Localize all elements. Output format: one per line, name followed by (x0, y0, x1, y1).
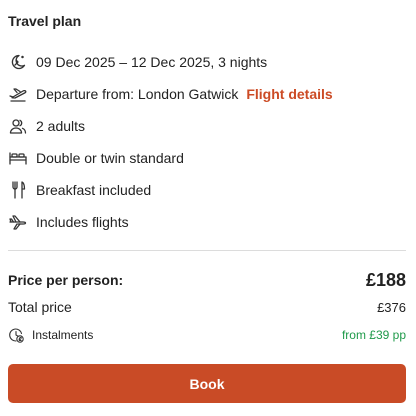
plane-icon (8, 212, 28, 232)
travel-plan-card: Travel plan 09 Dec 2025 – 12 Dec 2025, 3… (0, 0, 416, 416)
room-text: Double or twin standard (36, 150, 184, 166)
total-price-label: Total price (8, 299, 72, 315)
fork-knife-icon (8, 180, 28, 200)
price-per-person-label: Price per person: (8, 272, 124, 288)
instalments-row[interactable]: Instalments from £39 pp (8, 326, 406, 344)
instalments-label: Instalments (32, 328, 94, 342)
travel-plan-title: Travel plan (8, 13, 82, 29)
flights-text: Includes flights (36, 214, 129, 230)
board-row: Breakfast included (8, 180, 151, 200)
flights-row: Includes flights (8, 212, 129, 232)
divider (8, 250, 406, 251)
price-per-person-row: Price per person: £188 (8, 268, 406, 292)
dates-row: 09 Dec 2025 – 12 Dec 2025, 3 nights (8, 52, 267, 72)
plane-departure-icon (8, 84, 28, 104)
total-price-value: £376 (377, 299, 406, 315)
price-per-person-value: £188 (365, 269, 406, 290)
travellers-row: 2 adults (8, 116, 85, 136)
calendar-moon-icon (8, 52, 28, 72)
departure-row: Departure from: London Gatwick Flight de… (8, 84, 333, 104)
dates-text: 09 Dec 2025 – 12 Dec 2025, 3 nights (36, 54, 268, 70)
book-button[interactable]: Book (8, 364, 406, 403)
clock-pound-icon (8, 327, 24, 343)
flight-details-link[interactable]: Flight details (246, 86, 332, 102)
bed-icon (8, 148, 28, 168)
people-icon (8, 116, 28, 136)
room-row: Double or twin standard (8, 148, 184, 168)
board-text: Breakfast included (36, 182, 152, 198)
travellers-text: 2 adults (36, 118, 86, 134)
instalments-value: from £39 pp (341, 328, 406, 342)
total-price-row: Total price £376 (8, 297, 406, 317)
instalments-label-group: Instalments (8, 327, 93, 343)
departure-text: Departure from: London Gatwick (36, 86, 239, 102)
